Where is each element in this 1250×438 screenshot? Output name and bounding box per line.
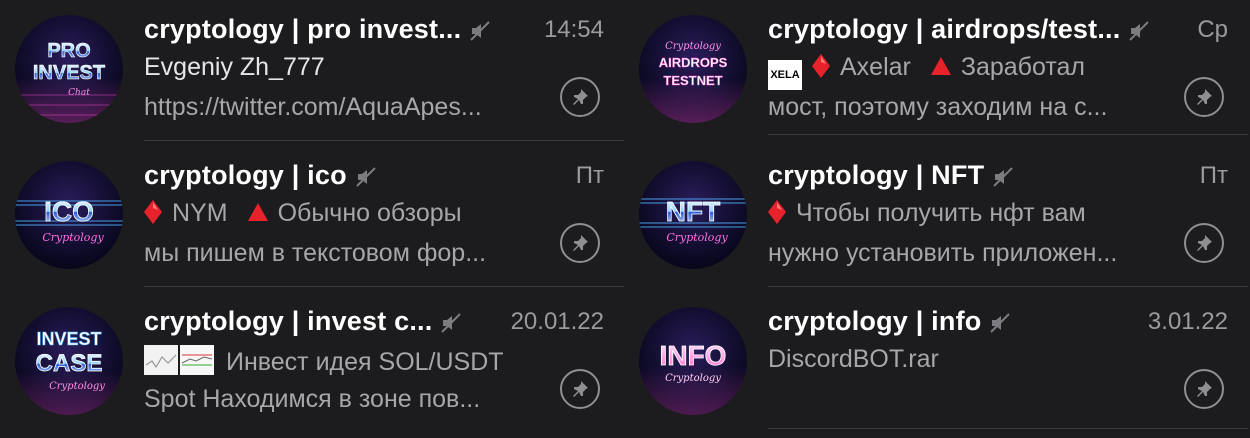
chat-title: cryptology | NFT	[768, 160, 1014, 191]
avatar: NFT Cryptology	[639, 161, 747, 269]
red-triangle-emoji	[930, 57, 951, 75]
pin-icon[interactable]	[560, 369, 600, 409]
avatar-text: INVEST	[36, 329, 101, 349]
chat-preview: https://twitter.com/AquaApes...	[144, 93, 482, 121]
chat-time: Пт	[1199, 162, 1228, 189]
chat-item-invest-case[interactable]: INVEST CASE Cryptology cryptology | inve…	[0, 292, 624, 438]
pin-icon[interactable]	[560, 223, 600, 263]
chat-title-text: cryptology | info	[768, 306, 982, 336]
pin-icon[interactable]	[1184, 223, 1224, 263]
muted-speaker-icon	[441, 313, 462, 333]
chat-preview-line1: Чтобы получить нфт вам	[768, 199, 1086, 228]
preview-text: Обычно обзоры	[277, 199, 462, 227]
avatar-script: Cryptology	[665, 373, 721, 384]
chat-time: Пт	[575, 162, 604, 189]
axelar-logo: XELA	[768, 60, 802, 90]
chart-thumbnail	[144, 345, 178, 375]
red-diamond-emoji	[812, 54, 830, 78]
pin-icon[interactable]	[560, 77, 600, 117]
avatar-text: AIRDROPS	[659, 55, 728, 70]
avatar: INFO Cryptology	[639, 307, 747, 415]
chat-preview: нужно установить приложен...	[768, 239, 1118, 267]
chat-time: 3.01.22	[1147, 308, 1228, 335]
separator	[144, 140, 624, 141]
chat-preview: мы пишем в текстовом фор...	[144, 239, 487, 267]
chat-title: cryptology | pro invest...	[144, 14, 491, 45]
avatar-text: PRO	[47, 40, 90, 62]
avatar: ICO Cryptology	[15, 161, 123, 269]
avatar-text: NFT	[666, 196, 720, 227]
muted-speaker-icon	[990, 313, 1011, 333]
chat-title-text: cryptology | airdrops/test...	[768, 14, 1121, 44]
avatar-text: CASE	[36, 350, 103, 377]
chat-column-right: Cryptology AIRDROPS TESTNET cryptology |…	[624, 0, 1248, 432]
separator	[768, 286, 1248, 287]
chat-preview-line1: Инвест идея SOL/USDT	[144, 345, 504, 377]
avatar-script: Cryptology	[665, 41, 721, 52]
muted-speaker-icon	[1129, 21, 1150, 41]
avatar-text: INVEST	[33, 62, 105, 84]
chat-title: cryptology | ico	[144, 160, 377, 191]
avatar: Cryptology AIRDROPS TESTNET	[639, 15, 747, 123]
avatar-text: TESTNET	[663, 73, 722, 88]
red-diamond-emoji	[144, 200, 162, 224]
token-name: NYM	[172, 199, 228, 227]
chat-preview-line1: NYM Обычно обзоры	[144, 199, 462, 228]
chat-title: cryptology | invest c...	[144, 306, 462, 337]
chat-title: cryptology | airdrops/test...	[768, 14, 1150, 45]
chat-item-airdrops[interactable]: Cryptology AIRDROPS TESTNET cryptology |…	[624, 0, 1248, 146]
chat-item-pro-invest[interactable]: PRO INVEST Chat cryptology | pro invest.…	[0, 0, 624, 146]
chat-item-info[interactable]: INFO Cryptology cryptology | info 3.01.2…	[624, 292, 1248, 438]
chat-time: 20.01.22	[510, 308, 604, 335]
separator	[144, 286, 624, 287]
avatar: INVEST CASE Cryptology	[15, 307, 123, 415]
preview-text: Инвест идея SOL/USDT	[226, 348, 504, 376]
muted-speaker-icon	[470, 21, 491, 41]
avatar: PRO INVEST Chat	[15, 15, 123, 123]
red-diamond-emoji	[768, 200, 786, 224]
chat-title: cryptology | info	[768, 306, 1011, 337]
preview-text: Заработал	[960, 53, 1086, 81]
muted-speaker-icon	[993, 167, 1013, 187]
preview-text: Чтобы получить нфт вам	[796, 199, 1086, 227]
chat-preview-line1: XELA Axelar Заработал	[768, 53, 1085, 90]
muted-speaker-icon	[356, 167, 376, 187]
pin-icon[interactable]	[1184, 369, 1224, 409]
token-name: Axelar	[840, 53, 911, 81]
separator	[768, 134, 1248, 135]
chat-title-text: cryptology | pro invest...	[144, 14, 462, 44]
avatar-script: Chat	[68, 88, 90, 98]
avatar-text: INFO	[660, 340, 727, 371]
chat-preview: Spot Находимся в зоне пов...	[144, 385, 481, 413]
red-triangle-emoji	[247, 203, 268, 221]
chart-thumbnail	[180, 345, 214, 375]
chat-title-text: cryptology | invest c...	[144, 306, 433, 336]
chat-item-nft[interactable]: NFT Cryptology cryptology | NFT Пт Чтобы…	[624, 146, 1248, 292]
chat-preview-line1: DiscordBOT.rar	[768, 345, 939, 373]
chat-item-ico[interactable]: ICO Cryptology cryptology | ico Пт NYM Об…	[0, 146, 624, 292]
chat-preview: мост, поэтому заходим на с...	[768, 93, 1108, 121]
chat-column-left: PRO INVEST Chat cryptology | pro invest.…	[0, 0, 624, 432]
avatar-script: Cryptology	[42, 231, 104, 244]
chat-title-text: cryptology | NFT	[768, 160, 985, 190]
chat-list: PRO INVEST Chat cryptology | pro invest.…	[0, 0, 1250, 432]
pin-icon[interactable]	[1184, 77, 1224, 117]
chat-sender: Evgeniy Zh_777	[144, 53, 325, 81]
avatar-script: Cryptology	[666, 231, 728, 244]
avatar-script: Cryptology	[49, 381, 105, 392]
separator	[768, 428, 1248, 429]
chat-time: Ср	[1197, 16, 1228, 43]
chat-title-text: cryptology | ico	[144, 160, 347, 190]
chat-time: 14:54	[543, 16, 604, 43]
avatar-text: ICO	[44, 196, 94, 227]
